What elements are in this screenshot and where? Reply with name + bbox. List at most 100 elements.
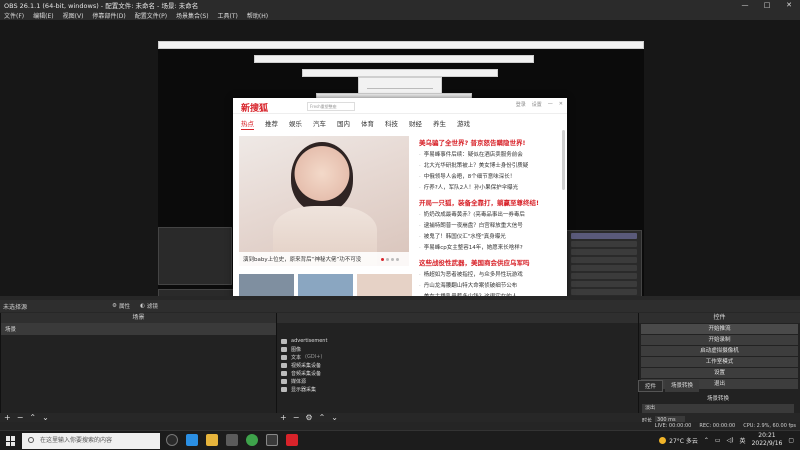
news-item[interactable]: 被鬼了！韩国仪汇"水怪"真身曝光 [419,232,559,243]
menu-tools[interactable]: 工具(T) [218,11,238,20]
tab-auto[interactable]: 汽车 [313,118,326,130]
move-down-icon[interactable]: ⌄ [331,413,338,422]
headline[interactable]: 开局一只狐，装备全靠打，躺赢至尊终结! [419,197,559,207]
recursive-bar-2 [302,69,498,77]
source-item[interactable]: 音频采集设备 [277,369,638,377]
minimize-button[interactable]: — [734,0,756,10]
tab-scene-transitions[interactable]: 场景转换 [665,380,700,392]
tray-chevron-icon[interactable]: ⌃ [704,437,709,444]
remove-scene-icon[interactable]: − [17,413,24,422]
ime-indicator[interactable]: 英 [740,436,746,445]
menu-scene-collection[interactable]: 场景集合(S) [176,11,209,20]
start-recording-button[interactable]: 开始录制 [641,335,798,345]
news-item[interactable]: 杨超如为恶者被指控，与众多异性玩游戏 [419,270,559,281]
studio-mode-button[interactable]: 工作室模式 [641,357,798,367]
tab-finance[interactable]: 财经 [409,118,422,130]
move-down-icon[interactable]: ⌄ [42,413,49,422]
browser-source-icon [281,338,287,344]
camera-icon [281,362,287,368]
browser-search-input[interactable]: Fresh重塑整座 [307,102,355,111]
news-item[interactable]: 丹山龙海腰翻山特大命案侦破细节公布 [419,281,559,292]
transition-select[interactable]: 淡出 [642,404,794,413]
clock-date: 2022/9/16 [751,440,783,447]
notification-icon[interactable]: ▢ [788,437,794,444]
recursive-titlebar [158,41,644,49]
add-source-icon[interactable]: + [280,413,287,422]
move-up-icon[interactable]: ⌃ [29,413,36,422]
source-name: 显示器采集 [291,386,317,393]
browser-scrollbar[interactable] [562,130,565,190]
filters-button[interactable]: ◐ 滤镜 [140,302,158,310]
network-icon[interactable]: ▭ [715,437,721,444]
virtual-camera-button[interactable]: 启动虚拟摄像机 [641,346,798,356]
browser-minimize-button[interactable]: 一 [548,101,553,108]
properties-label: 属性 [118,304,130,310]
source-name: 媒体源 [291,378,307,385]
properties-button[interactable]: ⚙ 属性 [112,302,130,310]
menu-view[interactable]: 视图(V) [63,11,84,20]
source-name: 文本 [291,354,302,361]
news-item[interactable]: 逮捕特朗普一夜崩盘？白宫释放重大信号 [419,221,559,232]
scene-item[interactable]: 场景 [1,323,276,335]
store-icon[interactable] [226,434,238,446]
news-item[interactable]: 疗养?人，军队2人！孙小果保护伞曝光 [419,183,559,194]
taskbar-search-input[interactable]: 在这里输入你要搜索的内容 [22,433,160,449]
settings-button[interactable]: 设置 [641,368,798,378]
login-link[interactable]: 登录 [516,101,526,108]
sun-icon [659,436,667,444]
weather-widget[interactable]: 27°C 多云 [659,436,698,445]
tab-tech[interactable]: 科技 [385,118,398,130]
tab-entertainment[interactable]: 娱乐 [289,118,302,130]
scenes-toolbar: + − ⌃ ⌄ [4,412,49,422]
source-item[interactable]: 图像 [277,345,638,353]
menu-edit[interactable]: 编辑(E) [33,11,53,20]
hero-image[interactable] [239,136,409,266]
move-up-icon[interactable]: ⌃ [319,413,326,422]
source-item[interactable]: 文本 (GDI+) [277,353,638,361]
carousel-dots[interactable] [381,258,399,261]
news-item[interactable]: 李易峰事件后续：疑似在酒店卖服务前会 [419,150,559,161]
source-item[interactable]: advertisement [277,337,638,345]
remove-source-icon[interactable]: − [293,413,300,422]
source-item[interactable]: 视频采集设备 [277,361,638,369]
tab-recommend[interactable]: 推荐 [265,118,278,130]
menu-docks[interactable]: 停靠部件(D) [92,11,125,20]
source-item[interactable]: 媒体源 [277,377,638,385]
browser-close-button[interactable]: ✕ [559,101,563,108]
filters-label: 滤镜 [146,304,158,310]
transition-label: 场景转换 [706,396,729,402]
menu-profile[interactable]: 配置文件(P) [135,11,167,20]
headline[interactable]: 这些战役性武器，美国商会供应乌军吗 [419,257,559,267]
tab-hot[interactable]: 热点 [241,118,254,130]
headline[interactable]: 美乌骗了全世界? 普京怒告瞒隐世界! [419,137,559,147]
chrome-icon[interactable] [246,434,258,446]
volume-icon[interactable]: ◁) [727,437,734,444]
news-item[interactable]: 奶奶改成最毒黄赤？(亮毒品事出一券毒后 [419,210,559,221]
source-toolbar: 未选择源 ⚙ 属性 ◐ 滤镜 [0,300,800,312]
edge-icon[interactable] [186,434,198,446]
start-streaming-button[interactable]: 开始推流 [641,324,798,334]
gear-icon[interactable]: ⚙ [305,413,312,422]
news-item[interactable]: 中俄领导人会晤，8个细节意味深长！ [419,172,559,183]
tab-health[interactable]: 养生 [433,118,446,130]
sohu-icon[interactable] [286,434,298,446]
settings-link[interactable]: 设置 [532,101,542,108]
status-bar: LIVE: 00:00:00 REC: 00:00:00 CPU: 2.9%, … [0,422,800,430]
menu-help[interactable]: 帮助(H) [247,11,268,20]
tab-controls[interactable]: 控件 [638,380,664,392]
menu-file[interactable]: 文件(F) [4,11,24,20]
obs-icon[interactable] [266,434,278,446]
source-item[interactable]: 显示器采集 [277,385,638,393]
tab-games[interactable]: 游戏 [457,118,470,130]
close-button[interactable]: ✕ [778,0,800,10]
tab-domestic[interactable]: 国内 [337,118,350,130]
maximize-button[interactable]: □ [756,0,778,10]
news-item[interactable]: 北大光华研批策被上？美女博士身份引质疑 [419,161,559,172]
news-item[interactable]: 李易峰cp女主整容14年，她愿来长啥样? [419,243,559,254]
task-view-icon[interactable] [166,434,178,446]
add-scene-icon[interactable]: + [4,413,11,422]
file-explorer-icon[interactable] [206,434,218,446]
windows-start-icon[interactable] [6,436,16,446]
clock[interactable]: 20:21 2022/9/16 [752,432,783,448]
tab-sports[interactable]: 体育 [361,118,374,130]
